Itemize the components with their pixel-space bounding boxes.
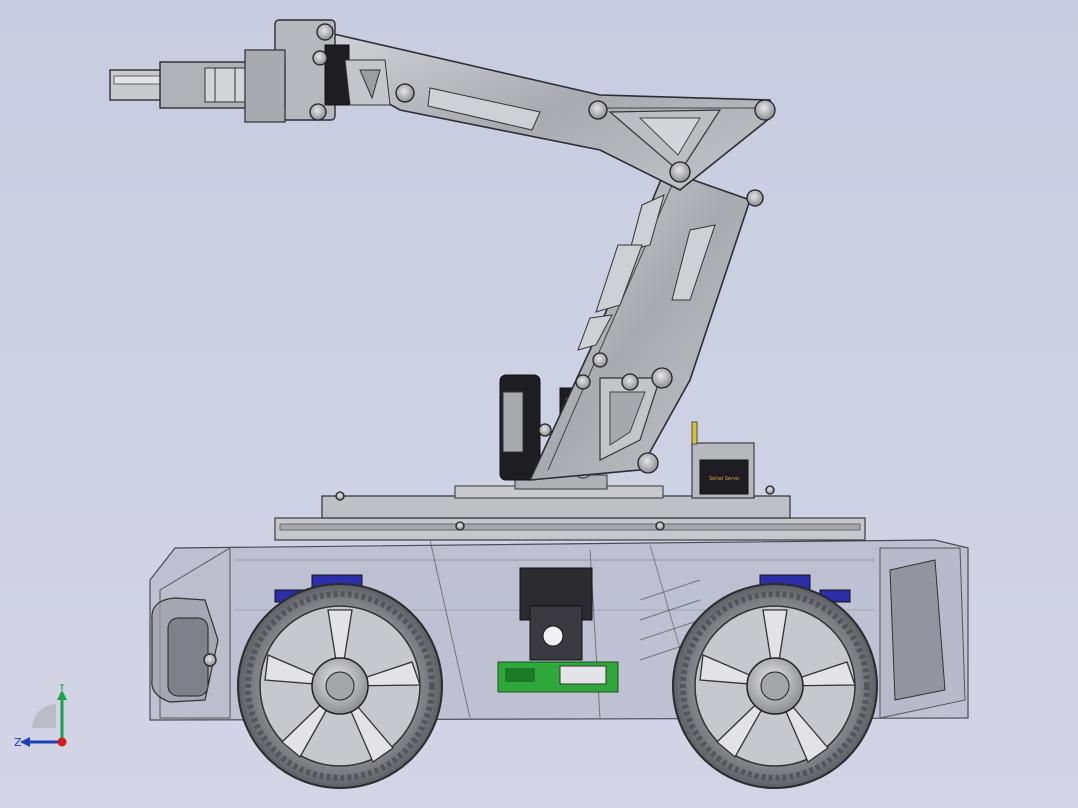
- z-axis-label: Z: [14, 736, 22, 748]
- forearm-link[interactable]: [324, 30, 771, 191]
- y-axis-label: Y: [58, 684, 66, 693]
- gripper-servo-box[interactable]: Serial Servo: [691, 421, 755, 499]
- x-axis-dot: [57, 737, 67, 747]
- robot-car-model[interactable]: Serial Servo: [0, 0, 1078, 808]
- orientation-triad: Y Z: [14, 684, 67, 748]
- gripper[interactable]: [109, 49, 286, 123]
- servo-label: Serial Servo: [709, 476, 739, 482]
- upper-arm-link[interactable]: [528, 168, 752, 481]
- triad-arc: [32, 704, 56, 728]
- rear-wheel[interactable]: [672, 583, 878, 789]
- front-wheel[interactable]: [237, 583, 443, 789]
- cad-viewport[interactable]: Serial Servo Y Z: [0, 0, 1078, 808]
